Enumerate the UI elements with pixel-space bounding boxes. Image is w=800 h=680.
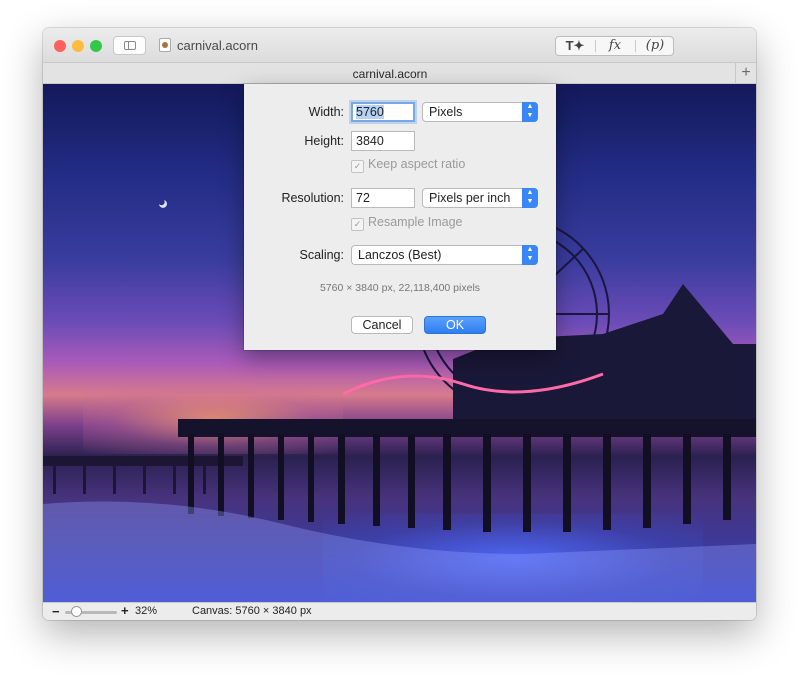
chevron-updown-icon: ▲ ▼ <box>522 102 538 122</box>
unit-select[interactable]: Pixels ▲ ▼ <box>422 102 538 122</box>
cancel-button[interactable]: Cancel <box>351 316 413 334</box>
fx-button[interactable]: fx <box>596 37 634 55</box>
scaling-label: Scaling: <box>299 248 344 262</box>
window-title: carnival.acorn <box>177 38 258 53</box>
far-pier-pilings <box>53 464 206 494</box>
width-value: 5760 <box>356 105 384 119</box>
zoom-slider-thumb[interactable] <box>71 606 82 617</box>
unit-select-value: Pixels <box>429 105 463 119</box>
resolution-unit-select[interactable]: Pixels per inch ▲ ▼ <box>422 188 538 208</box>
resize-image-dialog: Width: 5760 Pixels ▲ ▼ Height: 3840 ✓ Keep… <box>244 84 556 350</box>
title-bar: carnival.acorn T✦ fx (p) <box>43 28 756 62</box>
text-tools-button[interactable]: T✦ <box>556 37 594 55</box>
pixel-info-text: 5760 × 3840 px, 22,118,400 pixels <box>319 282 481 294</box>
pier-deck <box>178 419 756 437</box>
resolution-label: Resolution: <box>281 191 344 205</box>
resample-label: Resample Image <box>368 215 463 229</box>
zoom-level: 32% <box>135 605 158 617</box>
scaling-select[interactable]: Lanczos (Best) ▲ ▼ <box>351 245 538 265</box>
resolution-unit-value: Pixels per inch <box>429 191 511 205</box>
keep-aspect-checkbox[interactable]: ✓ Keep aspect ratio <box>351 157 465 173</box>
tab-bar: carnival.acorn + <box>43 62 756 84</box>
keep-aspect-label: Keep aspect ratio <box>368 157 466 171</box>
pier-pilings <box>188 434 731 532</box>
add-tab-button[interactable]: + <box>735 63 756 83</box>
height-field[interactable]: 3840 <box>351 131 415 151</box>
zoom-out-button[interactable]: − <box>52 604 60 619</box>
sidebar-icon <box>124 41 136 50</box>
ok-button[interactable]: OK <box>424 316 486 334</box>
chevron-updown-icon: ▲ ▼ <box>522 245 538 265</box>
toggle-sidebar-button[interactable] <box>113 36 146 55</box>
tab-document[interactable]: carnival.acorn <box>43 67 737 81</box>
height-label: Height: <box>304 134 344 148</box>
checkmark-icon: ✓ <box>351 218 364 231</box>
canvas-size-label: Canvas: 5760 × 3840 px <box>192 605 312 617</box>
resample-checkbox[interactable]: ✓ Resample Image <box>351 215 463 231</box>
zoom-in-button[interactable]: + <box>121 603 129 618</box>
status-bar: − + 32% Canvas: 5760 × 3840 px <box>43 602 756 620</box>
document-icon <box>159 38 171 52</box>
moon-shape <box>159 200 167 208</box>
chevron-updown-icon: ▲ ▼ <box>522 188 538 208</box>
zoom-button[interactable] <box>90 40 102 52</box>
width-field[interactable]: 5760 <box>351 102 415 122</box>
close-button[interactable] <box>54 40 66 52</box>
width-label: Width: <box>308 105 344 119</box>
resolution-field[interactable]: 72 <box>351 188 415 208</box>
checkmark-icon: ✓ <box>351 160 364 173</box>
minimize-button[interactable] <box>72 40 84 52</box>
toolbar-segmented-control: T✦ fx (p) <box>555 36 674 56</box>
scaling-value: Lanczos (Best) <box>358 248 442 262</box>
plugin-button[interactable]: (p) <box>636 37 674 55</box>
